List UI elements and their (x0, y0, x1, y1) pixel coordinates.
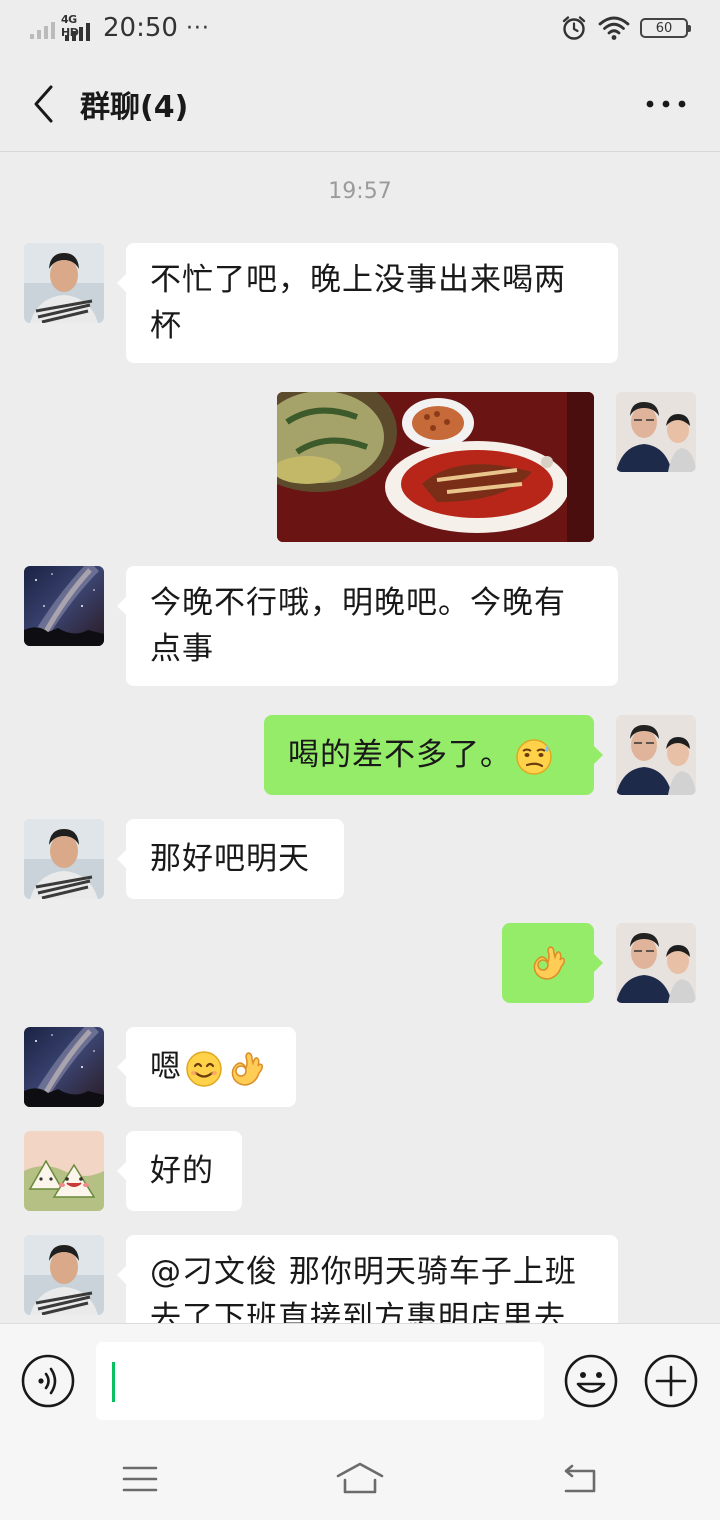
wifi-icon (598, 16, 630, 40)
more-options-button[interactable] (642, 86, 690, 122)
message-text: 那好吧明天 (150, 841, 310, 877)
young-man-avatar[interactable] (24, 819, 104, 899)
message-timestamp: 19:57 (328, 179, 392, 204)
message-bubble-received[interactable]: 好的 (117, 1131, 242, 1211)
status-time: 20:50 (103, 13, 178, 43)
image-message-food-photo[interactable] (277, 392, 594, 542)
message-text: @刁文俊 那你明天骑车子上班去了下班直接到方惠明店里去 (150, 1254, 577, 1323)
message-bubble-received[interactable]: @刁文俊 那你明天骑车子上班去了下班直接到方惠明店里去 (117, 1235, 618, 1323)
chat-message-list[interactable]: 19:57 不忙了吧，晚上没事出来喝两杯 今晚不行哦，明晚吧。今晚有点事 喝的差… (0, 153, 720, 1323)
milky-way-avatar[interactable] (24, 566, 104, 646)
message-text: 喝的差不多了。 (288, 737, 512, 773)
message-text: 嗯 (150, 1049, 182, 1085)
ok-hand-emoji-icon (231, 1051, 263, 1086)
message-bubble-sent[interactable] (502, 923, 603, 1003)
message-text: 不忙了吧，晚上没事出来喝两杯 (150, 262, 566, 344)
message-input[interactable] (96, 1342, 544, 1420)
message-bubble-received[interactable]: 那好吧明天 (117, 819, 344, 899)
page-title: 群聊(4) (80, 90, 189, 125)
plus-icon (644, 1354, 698, 1408)
message-bubble-received[interactable]: 不忙了吧，晚上没事出来喝两杯 (117, 243, 618, 363)
home-icon (336, 1462, 384, 1494)
emoji-icon (564, 1354, 618, 1408)
voice-icon (21, 1354, 75, 1408)
message-text: 好的 (150, 1153, 214, 1189)
message-bubble-received[interactable]: 今晚不行哦，明晚吧。今晚有点事 (117, 566, 618, 686)
signal-strength-icon-2: 4G HD (61, 13, 97, 41)
battery-level: 60 (655, 20, 673, 36)
man-and-child-avatar[interactable] (616, 715, 696, 795)
menu-icon (122, 1466, 158, 1492)
voice-input-button[interactable] (20, 1353, 76, 1409)
chevron-left-icon (34, 85, 53, 123)
milky-way-avatar[interactable] (24, 1027, 104, 1107)
system-navigation-bar (0, 1437, 720, 1520)
young-man-avatar[interactable] (24, 1235, 104, 1315)
signal-strength-icon-1 (30, 17, 55, 39)
back-button[interactable] (22, 80, 66, 128)
chat-header: 群聊(4) (0, 56, 720, 152)
more-functions-button[interactable] (643, 1353, 699, 1409)
system-back-button[interactable] (550, 1455, 610, 1503)
battery-icon: 60 (640, 18, 691, 38)
alarm-clock-icon (562, 16, 586, 40)
young-man-avatar[interactable] (24, 243, 104, 323)
status-bar: 4G HD 20:50 ··· 60 (0, 0, 720, 56)
status-right: 60 (560, 12, 691, 44)
smile-emoji-icon (186, 1050, 222, 1087)
emoji-button[interactable] (563, 1353, 619, 1409)
man-and-child-avatar[interactable] (616, 392, 696, 472)
back-icon (564, 1464, 596, 1493)
message-input-bar (0, 1323, 720, 1437)
home-button[interactable] (330, 1455, 390, 1503)
status-left: 4G HD 20:50 ··· (30, 12, 210, 44)
message-text: 今晚不行哦，明晚吧。今晚有点事 (150, 585, 566, 667)
status-more-indicator: ··· (185, 15, 210, 41)
sweat-smirk-emoji-icon (516, 738, 552, 775)
more-dots-icon (646, 100, 686, 108)
ok-hand-emoji-icon (533, 946, 565, 980)
zongzi-avatar[interactable] (24, 1131, 104, 1211)
text-cursor (112, 1362, 115, 1402)
message-bubble-sent[interactable]: 喝的差不多了。 (264, 715, 603, 795)
message-bubble-received[interactable]: 嗯 (117, 1027, 296, 1107)
man-and-child-avatar[interactable] (616, 923, 696, 1003)
recent-apps-button[interactable] (110, 1455, 170, 1503)
